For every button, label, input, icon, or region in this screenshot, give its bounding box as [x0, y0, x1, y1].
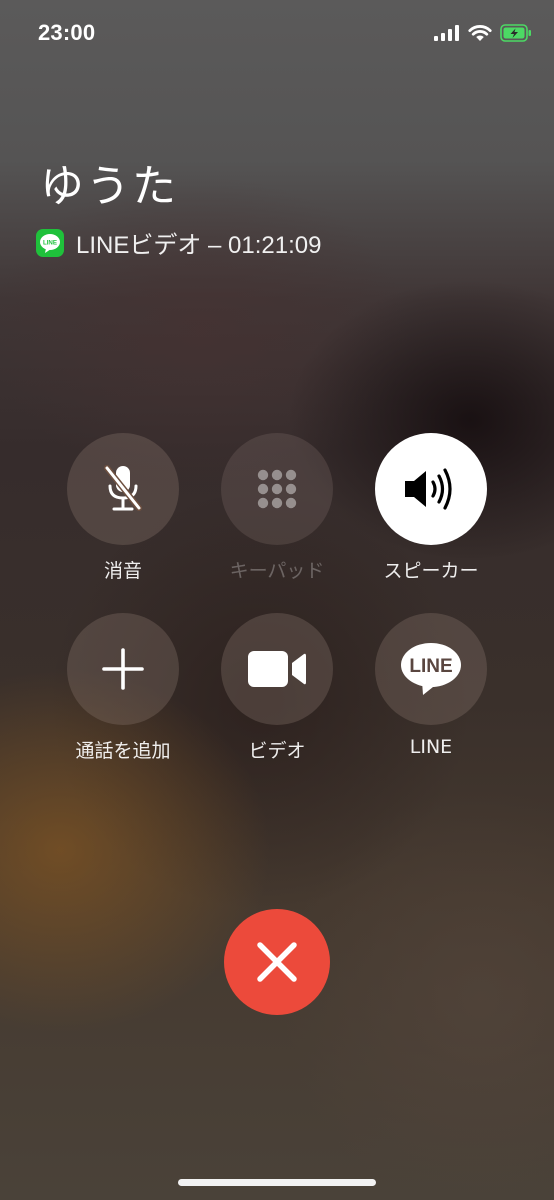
speaker-icon — [405, 468, 452, 510]
plus-icon — [102, 648, 144, 690]
line-bubble-text: LINE — [409, 656, 452, 677]
video-button[interactable] — [221, 613, 333, 725]
add-call-label: 通話を追加 — [75, 740, 171, 762]
keypad-button[interactable] — [221, 433, 333, 545]
home-indicator[interactable] — [178, 1179, 376, 1186]
status-time: 23:00 — [38, 20, 96, 45]
microphone-muted-icon — [104, 465, 142, 511]
line-button[interactable]: LINE — [375, 613, 487, 725]
mute-button[interactable] — [67, 433, 179, 545]
line-bubble-icon: LINE — [401, 643, 461, 695]
add-call-button[interactable] — [67, 613, 179, 725]
speaker-label: スピーカー — [383, 560, 479, 582]
line-label: LINE — [409, 736, 453, 758]
keypad-icon — [257, 469, 297, 509]
cellular-signal-icon — [434, 25, 459, 41]
status-bar: 23:00 — [0, 0, 554, 70]
end-call-button[interactable] — [224, 909, 330, 1015]
keypad-label: キーパッド — [229, 560, 325, 582]
call-status-text: LINEビデオ – 01:21:09 — [76, 232, 322, 259]
line-app-icon: LINE — [36, 228, 64, 257]
battery-charging-icon — [500, 24, 531, 42]
video-camera-icon — [248, 651, 306, 687]
speaker-button[interactable] — [375, 433, 487, 545]
mute-label: 消音 — [103, 560, 142, 582]
close-icon — [257, 942, 297, 982]
status-icons — [434, 22, 532, 44]
line-app-icon-text: LINE — [43, 239, 57, 246]
caller-name: ゆうた — [40, 161, 178, 212]
call-info: LINE LINEビデオ – 01:21:09 — [36, 225, 321, 260]
wifi-icon — [468, 25, 492, 41]
video-label: ビデオ — [248, 740, 306, 762]
